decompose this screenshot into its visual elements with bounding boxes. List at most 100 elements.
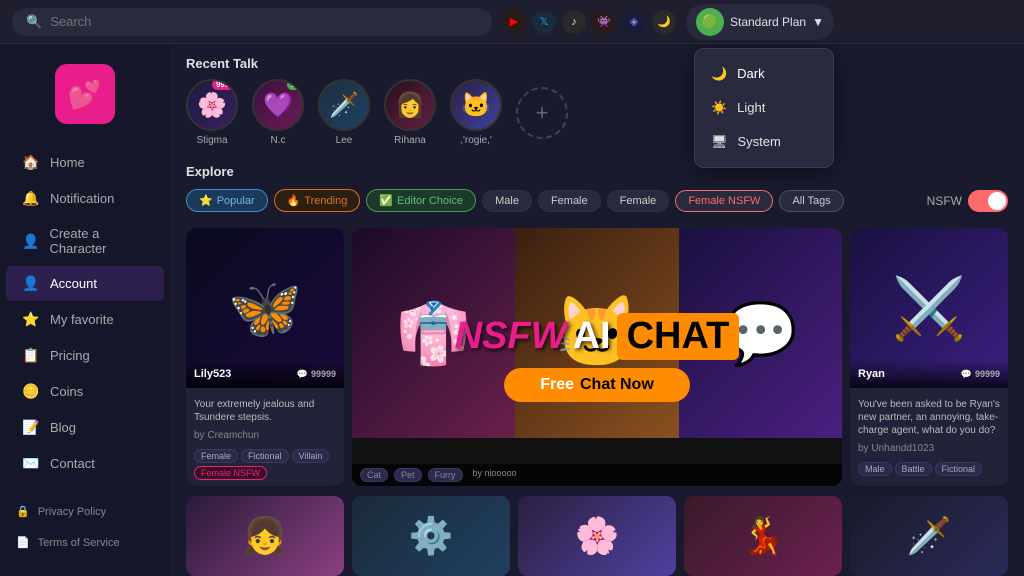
theme-system-option[interactable]: 🖥 System — [695, 125, 833, 159]
notification-label: Notification — [50, 191, 114, 206]
card-ryan-tags: Male Battle Fictional — [850, 458, 1008, 482]
plan-avatar: 🟢 — [696, 8, 724, 36]
home-icon: 🏠 — [22, 154, 40, 171]
trending-label: Trending — [304, 195, 347, 207]
filter-female-nsfw[interactable]: Female NSFW — [675, 190, 773, 212]
sidebar-item-pricing[interactable]: 📋 Pricing — [6, 338, 164, 373]
sidebar-item-account[interactable]: 👤 Account — [6, 266, 164, 301]
avatar-rihana-img: 👩 — [384, 79, 436, 131]
monitor-icon: 🖥 — [711, 134, 728, 150]
moon-icon[interactable]: 🌙 — [652, 10, 676, 34]
coins-label: Coins — [50, 384, 83, 399]
terms-icon: 📄 — [16, 536, 30, 549]
banner-tag-cat: Cat — [360, 468, 388, 482]
sun-theme-icon: ☀️ — [711, 100, 727, 116]
chat-text: CHAT — [617, 313, 740, 360]
search-icon: 🔍 — [26, 14, 42, 30]
discord-icon[interactable]: ◈ — [622, 10, 646, 34]
avatar-stigma[interactable]: 🌸 999+ Stigma — [186, 79, 238, 146]
popular-icon: ⭐ — [199, 194, 213, 207]
nsfw-toggle-label: NSFW — [927, 194, 962, 208]
filter-male[interactable]: Male — [482, 190, 532, 212]
avatar-nc[interactable]: 💜 12 N.c — [252, 79, 304, 146]
search-input[interactable] — [50, 14, 478, 29]
filter-editor[interactable]: ✅ Editor Choice — [366, 189, 476, 212]
favorite-label: My favorite — [50, 312, 114, 327]
card-b3-image: 🌸 — [518, 496, 676, 576]
card-b5[interactable]: 🗡️ — [850, 496, 1008, 576]
card-b1-image: 👧 — [186, 496, 344, 576]
youtube-icon[interactable]: ▶ — [502, 10, 526, 34]
privacy-label: Privacy Policy — [38, 506, 106, 518]
banner-tags: Cat Pet Furry by niooooo — [352, 464, 842, 486]
avatar-nc-badge: 12 — [287, 79, 304, 90]
add-avatar-button[interactable]: + — [516, 87, 568, 139]
filter-popular[interactable]: ⭐ Popular — [186, 189, 268, 212]
avatar-rogie[interactable]: 🐱 ,'rogie,' — [450, 79, 502, 146]
sidebar-item-notification[interactable]: 🔔 Notification — [6, 181, 164, 216]
all-tags-label: All Tags — [792, 195, 830, 207]
plan-button[interactable]: 🟢 Standard Plan ▼ — [686, 4, 834, 40]
card-ryan-desc: You've been asked to be Ryan's new partn… — [850, 392, 1008, 443]
sidebar-item-contact[interactable]: ✉️ Contact — [6, 446, 164, 481]
sidebar-item-coins[interactable]: 🪙 Coins — [6, 374, 164, 409]
avatar-stigma-name: Stigma — [196, 135, 227, 146]
filter-all-tags[interactable]: All Tags — [779, 190, 843, 212]
ai-text: AI — [573, 315, 611, 358]
card-ryan[interactable]: ⚔️ Ryan 💬 99999 You've been asked to be … — [850, 228, 1008, 486]
cards-grid: 🦋 Lily523 💬 99999 Your extremely jealous… — [170, 220, 1024, 494]
card-lily523-tags: Female Fictional Villain Female NSFW — [186, 445, 344, 486]
sidebar-nav: 🏠 Home 🔔 Notification 👤 Create a Charact… — [0, 144, 170, 488]
terms-link[interactable]: 📄 Terms of Service — [6, 529, 164, 556]
sidebar-item-blog[interactable]: 📝 Blog — [6, 410, 164, 445]
filter-female2[interactable]: Female — [607, 190, 670, 212]
avatar-lee[interactable]: 🗡️ Lee — [318, 79, 370, 146]
banner-author: by niooooo — [473, 468, 517, 482]
banner-text-layer: NSFW AI CHAT Free Chat Now — [352, 228, 842, 486]
search-bar[interactable]: 🔍 — [12, 8, 492, 36]
tag-fictional: Fictional — [241, 449, 289, 463]
card-b2[interactable]: ⚙️ — [352, 496, 510, 576]
privacy-link[interactable]: 🔒 Privacy Policy — [6, 498, 164, 525]
card-b1[interactable]: 👧 — [186, 496, 344, 576]
free-chat-button[interactable]: Free Chat Now — [504, 368, 690, 402]
nsfw-toggle-switch[interactable] — [968, 190, 1008, 212]
notification-icon: 🔔 — [22, 190, 40, 207]
card-lily523[interactable]: 🦋 Lily523 💬 99999 Your extremely jealous… — [186, 228, 344, 486]
theme-light-option[interactable]: ☀️ Light — [695, 91, 833, 125]
reddit-icon[interactable]: 👾 — [592, 10, 616, 34]
system-label: System — [737, 134, 780, 149]
recent-talk-list: 🌸 999+ Stigma 💜 12 N.c 🗡️ Lee — [170, 79, 1024, 156]
sidebar-item-home[interactable]: 🏠 Home — [6, 145, 164, 180]
filter-trending[interactable]: 🔥 Trending — [274, 189, 361, 212]
twitter-icon[interactable]: 𝕏 — [532, 10, 556, 34]
cards-grid-bottom: 👧 ⚙️ 🌸 💃 🗡️ — [170, 494, 1024, 576]
avatar-lee-name: Lee — [336, 135, 353, 146]
sidebar: 💕 🏠 Home 🔔 Notification 👤 Create a Chara… — [0, 44, 170, 576]
plan-label: Standard Plan — [730, 15, 806, 29]
avatar-lee-img: 🗡️ — [318, 79, 370, 131]
account-label: Account — [50, 276, 97, 291]
sidebar-item-create[interactable]: 👤 Create a Character — [6, 217, 164, 265]
favorite-icon: ⭐ — [22, 311, 40, 328]
filter-female1[interactable]: Female — [538, 190, 601, 212]
card-lily523-overlay: Lily523 💬 99999 — [186, 360, 344, 388]
nsfw-text: NSFW — [455, 315, 567, 358]
tag-female-nsfw: Female NSFW — [194, 466, 267, 480]
explore-section: Explore ⭐ Popular 🔥 Trending ✅ Editor Ch… — [170, 156, 1024, 220]
avatar-stigma-badge: 999+ — [212, 79, 238, 90]
female-nsfw-label: Female NSFW — [688, 195, 760, 207]
app-logo: 💕 — [55, 64, 115, 124]
card-b3[interactable]: 🌸 — [518, 496, 676, 576]
theme-dark-option[interactable]: 🌙 Dark — [695, 57, 833, 91]
recent-talk-header: Recent Talk — [170, 44, 1024, 79]
add-icon: + — [536, 100, 549, 126]
main-layout: 💕 🏠 Home 🔔 Notification 👤 Create a Chara… — [0, 44, 1024, 576]
avatar-rihana[interactable]: 👩 Rihana — [384, 79, 436, 146]
banner-tag-pet: Pet — [394, 468, 422, 482]
nsfw-banner-card[interactable]: 👘 🐱 💬 NSFW AI CHAT Free Chat Now — [352, 228, 842, 486]
card-lily523-count: 💬 99999 — [297, 369, 336, 380]
tiktok-icon[interactable]: ♪ — [562, 10, 586, 34]
card-b4[interactable]: 💃 — [684, 496, 842, 576]
sidebar-item-favorite[interactable]: ⭐ My favorite — [6, 302, 164, 337]
